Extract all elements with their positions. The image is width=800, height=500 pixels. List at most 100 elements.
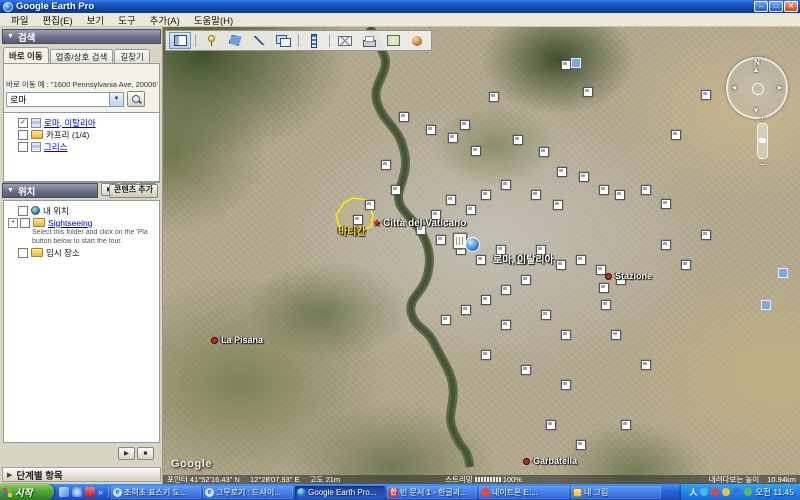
close-button[interactable]: ✕: [784, 1, 798, 12]
blue-sphere-icon[interactable]: [465, 237, 480, 252]
internet-explorer-icon[interactable]: [72, 487, 82, 497]
sidebar-icon[interactable]: [169, 32, 191, 49]
photo-icon[interactable]: [461, 305, 471, 315]
photo-icon[interactable]: [513, 135, 523, 145]
navigation-compass[interactable]: N ◄ ► ▲ ▼: [726, 57, 788, 119]
checkbox[interactable]: [18, 142, 28, 152]
messenger-icon[interactable]: [700, 488, 708, 496]
search-tab[interactable]: 업종/상호 검색: [50, 49, 114, 64]
photo-icon[interactable]: [561, 330, 571, 340]
place-row[interactable]: 내 위치: [4, 205, 159, 216]
placemark-icon[interactable]: [200, 32, 222, 49]
start-button[interactable]: 시작: [0, 484, 54, 500]
menu-item[interactable]: 파일: [4, 13, 35, 27]
photo-icon[interactable]: [601, 300, 611, 310]
window-titlebar[interactable]: Google Earth Pro – □ ✕: [0, 0, 800, 13]
pan-left-arrow-icon[interactable]: ◄: [730, 83, 738, 92]
photo-icon[interactable]: [641, 185, 651, 195]
photo-icon[interactable]: [546, 420, 556, 430]
photo-icon[interactable]: [481, 190, 491, 200]
taskbar-button[interactable]: e조력초 표스기 도...: [111, 486, 201, 499]
photo-icon[interactable]: [701, 90, 711, 100]
map-label[interactable]: La Pisana: [211, 335, 263, 345]
photo-icon[interactable]: [501, 285, 511, 295]
maximize-button[interactable]: □: [769, 1, 783, 12]
network-icon[interactable]: [733, 488, 741, 496]
collapse-icon[interactable]: ▼: [7, 187, 14, 194]
place-label[interactable]: Sightseeing: [48, 218, 92, 228]
menu-item[interactable]: 추가(A): [143, 13, 187, 27]
v3-antivirus-icon[interactable]: [85, 487, 95, 497]
collapse-icon[interactable]: ▼: [7, 33, 14, 40]
web-icon[interactable]: [778, 268, 788, 278]
menu-item[interactable]: 도구: [111, 13, 142, 27]
zoom-knob[interactable]: [759, 138, 766, 143]
placemark-dot-icon[interactable]: [211, 337, 218, 344]
photo-icon[interactable]: [471, 146, 481, 156]
place-label[interactable]: 내 위치: [43, 205, 69, 217]
view-in-maps-icon[interactable]: [382, 32, 404, 49]
taskbar-button[interactable]: Google Earth Pro...: [295, 486, 385, 499]
minimize-button[interactable]: –: [754, 1, 768, 12]
globe-icon[interactable]: [406, 32, 428, 49]
photo-icon[interactable]: [521, 365, 531, 375]
photo-icon[interactable]: [615, 190, 625, 200]
photo-icon[interactable]: [553, 200, 563, 210]
polygon-icon[interactable]: [224, 32, 246, 49]
menu-item[interactable]: 편집(E): [35, 13, 79, 27]
show-desktop-icon[interactable]: [59, 487, 69, 497]
placemark-dot-icon[interactable]: [523, 458, 530, 465]
antivirus-icon[interactable]: [711, 488, 719, 496]
checkbox[interactable]: ✓: [18, 118, 28, 128]
photo-icon[interactable]: [489, 92, 499, 102]
menu-item[interactable]: 도움말(H): [187, 13, 240, 27]
place-label[interactable]: 임시 장소: [46, 247, 80, 259]
search-tab[interactable]: 길찾기: [114, 49, 149, 64]
placemark-star-icon[interactable]: ★: [372, 218, 381, 229]
search-button[interactable]: [127, 91, 145, 107]
photo-icon[interactable]: [481, 350, 491, 360]
combo-dropdown-icon[interactable]: ▼: [109, 93, 123, 106]
photo-icon[interactable]: [576, 255, 586, 265]
photo-icon[interactable]: [436, 235, 446, 245]
photo-icon[interactable]: [466, 205, 476, 215]
checkbox[interactable]: [18, 248, 28, 258]
checkbox[interactable]: [18, 130, 28, 140]
search-result-label[interactable]: 카프리 (1/4): [46, 129, 89, 141]
photo-icon[interactable]: [501, 320, 511, 330]
search-result-label[interactable]: 로마, 이탈리아: [44, 117, 96, 129]
overflow-chevron-icon[interactable]: »: [98, 487, 103, 497]
photo-icon[interactable]: [583, 87, 593, 97]
zoom-slider[interactable]: + −: [757, 123, 768, 159]
email-icon[interactable]: [334, 32, 356, 49]
map-label[interactable]: ★Città del Vaticano: [372, 218, 466, 229]
photo-icon[interactable]: [441, 315, 451, 325]
photo-icon[interactable]: [448, 133, 458, 143]
photo-icon[interactable]: [460, 120, 470, 130]
zoom-out-button[interactable]: −: [758, 160, 767, 169]
photo-icon[interactable]: [556, 260, 566, 270]
image-overlay-icon[interactable]: [272, 32, 294, 49]
photo-icon[interactable]: [681, 260, 691, 270]
tray-clock[interactable]: 오전 11:45: [755, 486, 794, 498]
search-result-label[interactable]: 그리스: [44, 141, 67, 153]
photo-icon[interactable]: [579, 172, 589, 182]
search-tab[interactable]: 바로 이동: [3, 47, 49, 64]
map-viewport[interactable]: 바티칸★Città del Vaticano로마, 이탈리아StazioneLa…: [163, 27, 800, 484]
volume-icon[interactable]: [744, 488, 752, 496]
photo-icon[interactable]: [661, 199, 671, 209]
map-label[interactable]: Stazione: [605, 271, 652, 281]
places-panel-header[interactable]: ▼ 위치: [2, 183, 98, 198]
photo-icon[interactable]: [426, 125, 436, 135]
taskbar-button[interactable]: 네이트온 E:...: [479, 486, 569, 499]
pan-up-arrow-icon[interactable]: ▲: [752, 65, 760, 74]
search-result-row[interactable]: 그리스: [4, 141, 159, 152]
compass-center[interactable]: [752, 83, 764, 95]
photo-icon[interactable]: [381, 160, 391, 170]
layers-panel-header[interactable]: ▶ 단계별 항목: [2, 467, 161, 482]
photo-icon[interactable]: [561, 60, 571, 70]
photo-icon[interactable]: [701, 230, 711, 240]
place-row[interactable]: 임시 장소: [4, 247, 159, 258]
add-content-button[interactable]: 콘텐츠 추가: [109, 184, 158, 198]
pan-right-arrow-icon[interactable]: ►: [776, 83, 784, 92]
